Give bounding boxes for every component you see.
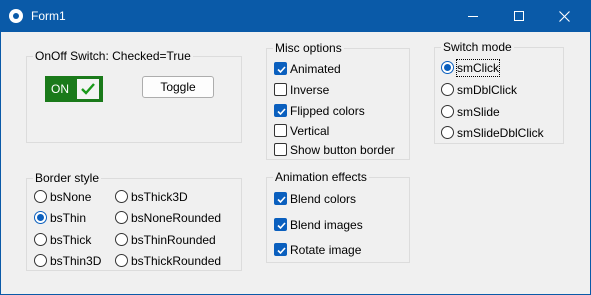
switch-state-label: ON [51,82,69,96]
title-bar[interactable]: Form1 [1,1,590,32]
option-label: smSlideDblClick [457,126,544,140]
switch-group-title: OnOff Switch: Checked=True [33,49,193,63]
option-label: Inverse [290,83,330,97]
misc-options-title: Misc options [273,41,344,55]
radio-button[interactable] [115,233,128,246]
radio-button[interactable] [115,190,128,203]
checkbox[interactable] [274,243,287,256]
checkbox[interactable] [274,124,287,137]
maximize-button[interactable] [496,1,542,32]
option-label: bsThickRounded [131,254,222,268]
option-label: bsNoneRounded [131,211,222,225]
option-label: Show button border [290,143,395,157]
main-window: Form1 OnOff Switch: Checked=True ON Togg… [0,0,591,295]
radio-button[interactable] [441,61,454,74]
option-label: bsThin3D [50,254,102,268]
option-label: Vertical [290,124,330,138]
radio-button[interactable] [34,190,47,203]
checkbox[interactable] [274,218,287,231]
option-label: Blend images [290,218,363,232]
toggle-button[interactable]: Toggle [142,76,214,98]
switch-mode-title: Switch mode [441,40,514,54]
option-label: Flipped colors [290,104,365,118]
close-button[interactable] [542,1,588,32]
close-icon [559,11,570,22]
checkbox[interactable] [274,83,287,96]
option-label: bsThick3D [131,190,188,204]
animation-effects-title: Animation effects [273,170,369,184]
border-style-title: Border style [33,171,102,185]
radio-button[interactable] [441,105,454,118]
radio-button[interactable] [34,211,47,224]
option-label: Blend colors [290,192,357,206]
option-label: bsThin [50,211,87,225]
radio-button[interactable] [441,83,454,96]
radio-button[interactable] [115,211,128,224]
radio-button[interactable] [115,254,128,267]
minimize-button[interactable] [450,1,496,32]
checkbox[interactable] [274,104,287,117]
option-label: smSlide [457,105,500,119]
option-label: bsThick [50,233,92,247]
option-label: smDblClick [457,83,517,97]
app-icon [9,9,23,23]
option-label: Rotate image [290,243,362,257]
onoff-switch[interactable]: ON [45,76,103,102]
check-icon [81,83,95,95]
window-title: Form1 [31,9,66,23]
radio-button[interactable] [34,233,47,246]
checkbox[interactable] [274,143,287,156]
option-label: smClick [456,59,500,77]
radio-button[interactable] [441,126,454,139]
checkbox[interactable] [274,62,287,75]
option-label: bsNone [50,190,92,204]
radio-button[interactable] [34,254,47,267]
option-label: Animated [290,62,341,76]
option-label: bsThinRounded [131,233,216,247]
switch-thumb [77,79,99,99]
checkbox[interactable] [274,192,287,205]
